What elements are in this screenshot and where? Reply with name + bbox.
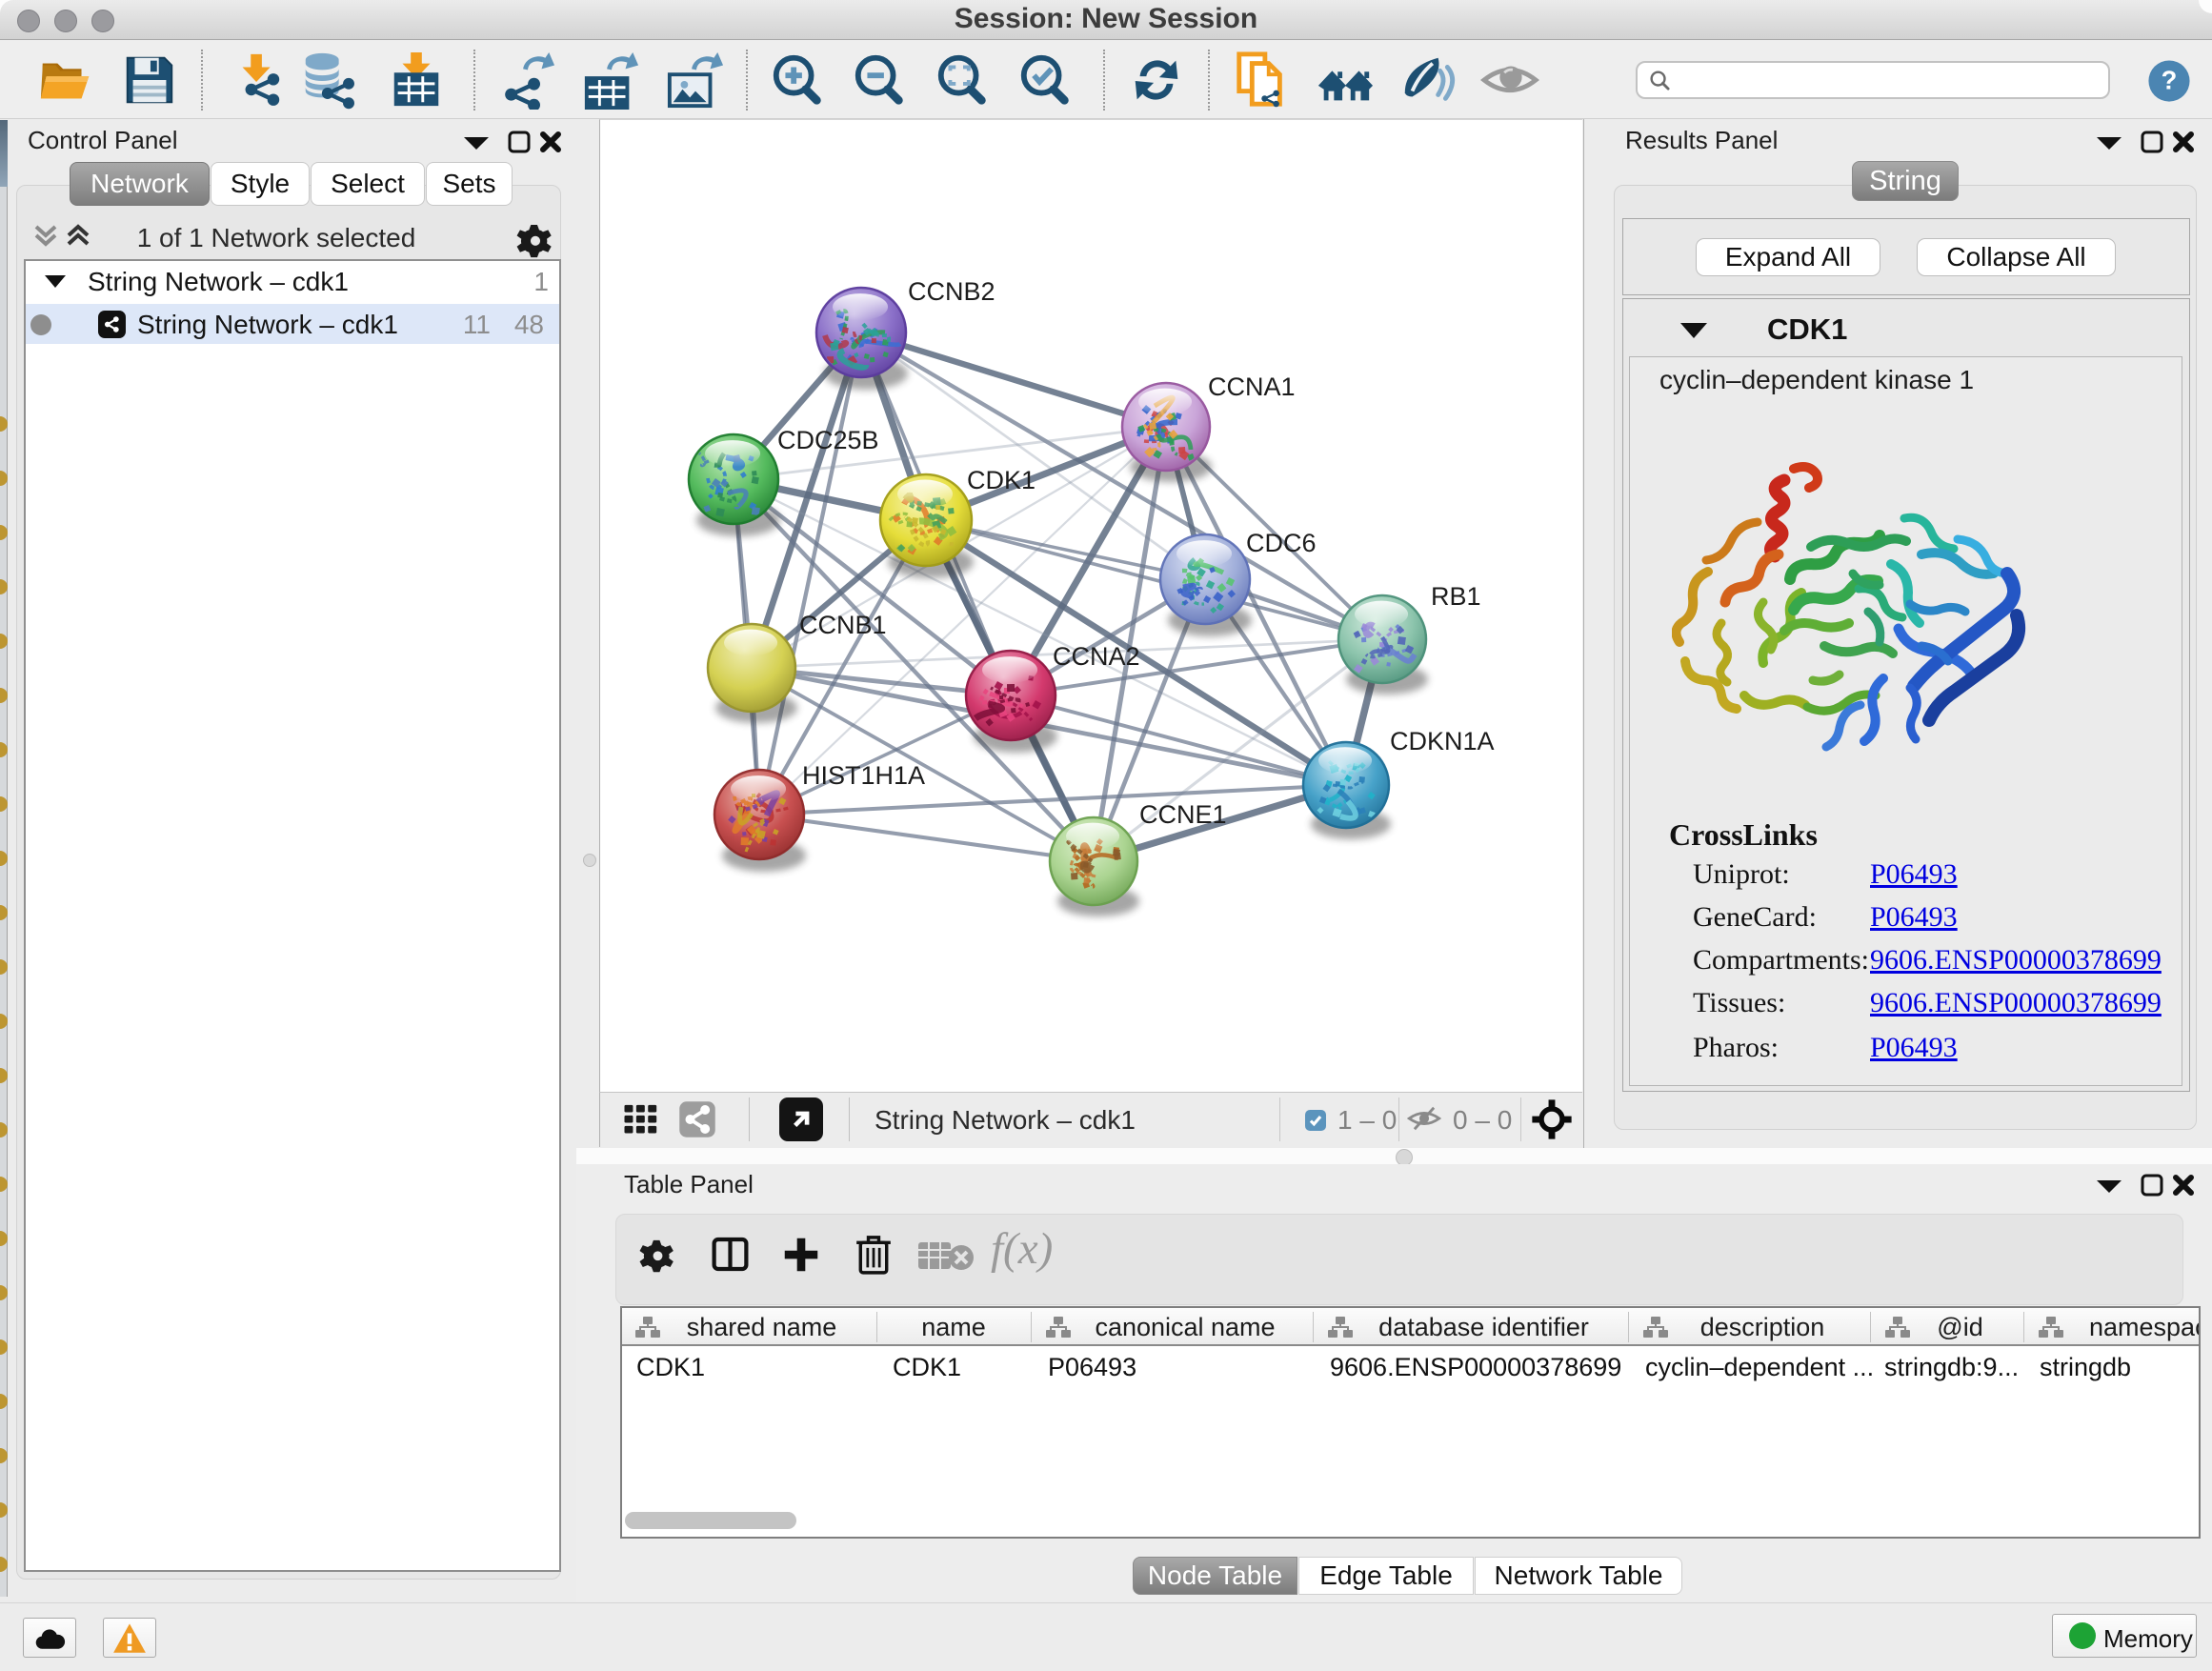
- svg-text:CDC6: CDC6: [1246, 529, 1317, 557]
- svg-text:CCNB2: CCNB2: [908, 277, 995, 306]
- svg-text:CCNA2: CCNA2: [1053, 642, 1140, 671]
- svg-text:CCNE1: CCNE1: [1139, 800, 1227, 829]
- svg-text:RB1: RB1: [1431, 582, 1481, 611]
- svg-text:CDC25B: CDC25B: [777, 426, 879, 454]
- svg-text:CCNA1: CCNA1: [1208, 372, 1296, 401]
- svg-text:?: ?: [2162, 66, 2178, 95]
- svg-text:CCNB1: CCNB1: [799, 611, 887, 639]
- svg-text:CDKN1A: CDKN1A: [1390, 727, 1495, 755]
- svg-text:CDK1: CDK1: [967, 466, 1036, 494]
- svg-text:HIST1H1A: HIST1H1A: [802, 761, 925, 790]
